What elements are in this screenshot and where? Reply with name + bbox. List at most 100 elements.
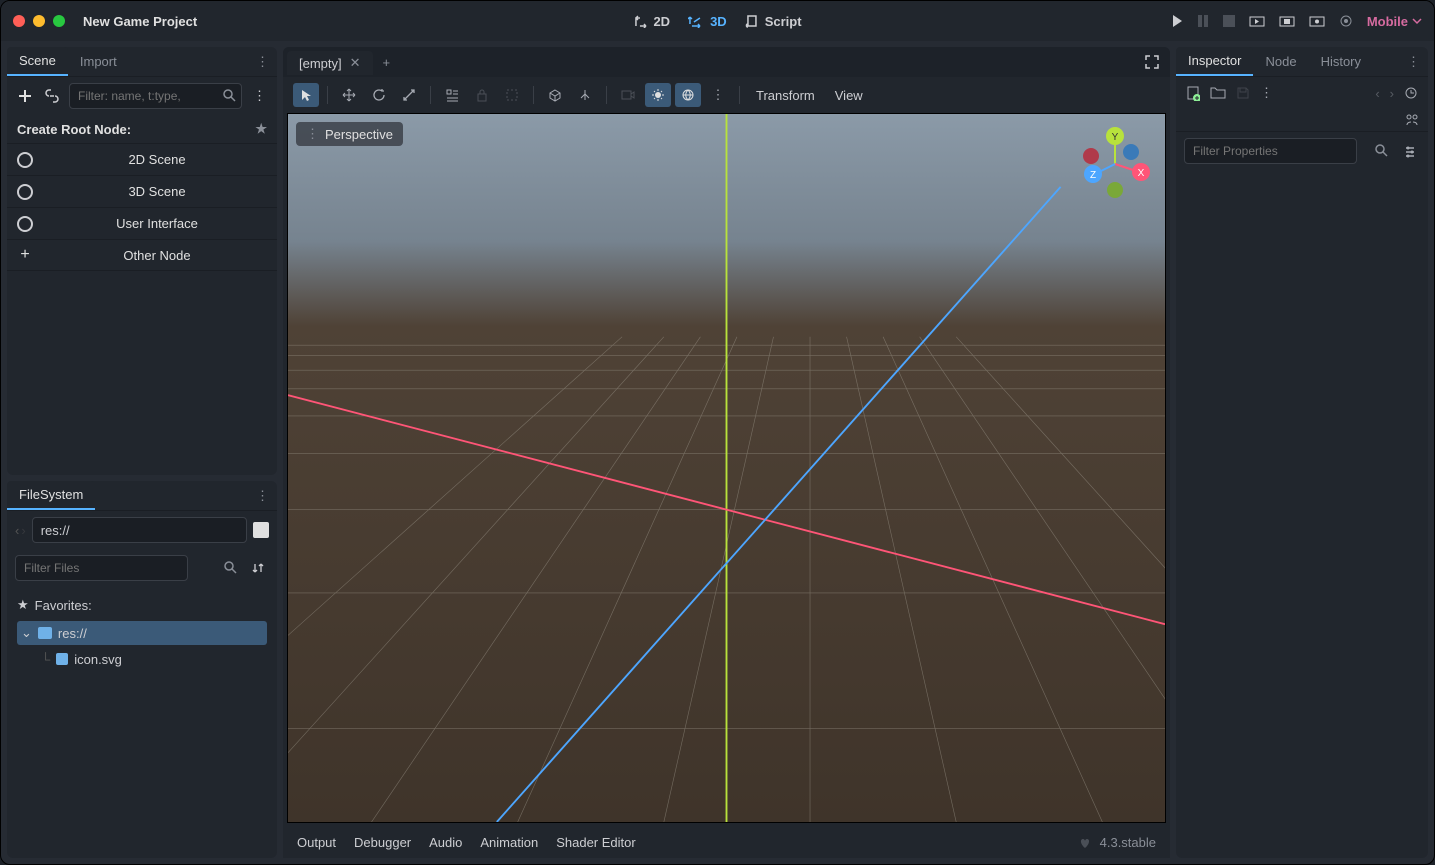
- mode-3d[interactable]: 3D: [688, 14, 727, 29]
- play-custom-icon[interactable]: [1279, 14, 1295, 28]
- tab-import[interactable]: Import: [68, 48, 129, 75]
- bottom-output[interactable]: Output: [297, 835, 336, 850]
- tab-history[interactable]: History: [1309, 48, 1373, 75]
- inspector-more-icon[interactable]: ⋮: [1260, 85, 1273, 101]
- favorite-star-icon[interactable]: ★: [255, 121, 267, 137]
- history-fwd-icon[interactable]: ›: [1390, 86, 1394, 101]
- mode-script[interactable]: Script: [745, 14, 802, 29]
- link-scene-icon[interactable]: [42, 86, 61, 106]
- inspector-filter-input[interactable]: [1184, 138, 1357, 164]
- root-3d-scene[interactable]: 3D Scene: [7, 175, 277, 207]
- close-window-icon[interactable]: [13, 15, 25, 27]
- maximize-window-icon[interactable]: [53, 15, 65, 27]
- view-menu[interactable]: View: [827, 88, 871, 103]
- star-icon: ★: [17, 597, 29, 613]
- stop-icon[interactable]: [1223, 15, 1235, 27]
- search-icon: [223, 560, 237, 574]
- tab-scene[interactable]: Scene: [7, 47, 68, 76]
- load-resource-icon[interactable]: [1210, 86, 1226, 100]
- toolbar-more-icon[interactable]: ⋮: [705, 83, 731, 107]
- dock-menu-icon[interactable]: ⋮: [248, 50, 277, 74]
- camera-icon[interactable]: [615, 83, 641, 107]
- history-back-icon[interactable]: ‹: [1375, 86, 1379, 101]
- fs-favorites[interactable]: ★Favorites:: [17, 593, 267, 617]
- pause-icon[interactable]: [1197, 14, 1209, 28]
- close-tab-icon[interactable]: ✕: [350, 55, 361, 71]
- select-tool-icon[interactable]: [293, 83, 319, 107]
- tab-inspector[interactable]: Inspector: [1176, 47, 1253, 76]
- root-2d-label: 2D Scene: [47, 152, 267, 167]
- bottom-shader[interactable]: Shader Editor: [556, 835, 636, 850]
- scene-tab-empty[interactable]: [empty] ✕: [287, 51, 373, 75]
- separator: [430, 86, 431, 104]
- lock-icon[interactable]: [469, 83, 495, 107]
- perspective-button[interactable]: ⋮Perspective: [296, 122, 403, 146]
- root-ui-label: User Interface: [47, 216, 267, 231]
- 3d-viewport[interactable]: ⋮Perspective Y X Z: [287, 113, 1166, 823]
- settings-icon[interactable]: [1400, 141, 1420, 161]
- inspector-filter-row: [1176, 131, 1428, 170]
- snap-list-icon[interactable]: [439, 83, 465, 107]
- heart-icon: [1078, 836, 1092, 850]
- fs-back-icon[interactable]: ‹: [15, 523, 19, 538]
- svg-text:Y: Y: [1112, 132, 1119, 143]
- fs-dock-menu-icon[interactable]: ⋮: [248, 484, 277, 508]
- root-other-label: Other Node: [47, 248, 267, 263]
- new-resource-icon[interactable]: [1186, 85, 1200, 101]
- bottom-animation[interactable]: Animation: [480, 835, 538, 850]
- fs-sort-icon[interactable]: [249, 558, 269, 578]
- group-icon[interactable]: [499, 83, 525, 107]
- fs-forward-icon[interactable]: ›: [21, 523, 25, 538]
- scale-tool-icon[interactable]: [396, 83, 422, 107]
- tab-node[interactable]: Node: [1253, 48, 1308, 75]
- environment-icon[interactable]: [675, 83, 701, 107]
- folder-icon: [38, 627, 52, 639]
- root-2d-scene[interactable]: 2D Scene: [7, 143, 277, 175]
- cube-icon[interactable]: [542, 83, 568, 107]
- arrow-2d-icon: [633, 14, 647, 28]
- local-space-icon[interactable]: [572, 83, 598, 107]
- root-other[interactable]: +Other Node: [7, 239, 277, 271]
- orientation-gizmo[interactable]: Y X Z: [1075, 124, 1155, 204]
- fs-filter-input[interactable]: [15, 555, 188, 581]
- fs-path-input[interactable]: res://: [32, 517, 247, 543]
- root-3d-label: 3D Scene: [47, 184, 267, 199]
- inspector-tabs: Inspector Node History ⋮: [1176, 47, 1428, 77]
- main-viewport-panel: [empty] ✕ +: [283, 47, 1170, 858]
- fs-nav: ‹ ›: [15, 523, 26, 538]
- mode-2d[interactable]: 2D: [633, 14, 670, 29]
- sun-icon[interactable]: [645, 83, 671, 107]
- new-tab-icon[interactable]: +: [373, 51, 401, 74]
- minimize-window-icon[interactable]: [33, 15, 45, 27]
- scene-more-icon[interactable]: ⋮: [250, 86, 269, 106]
- bottom-audio[interactable]: Audio: [429, 835, 462, 850]
- rotate-tool-icon[interactable]: [366, 83, 392, 107]
- add-node-icon[interactable]: [15, 86, 34, 106]
- scene-filter-input[interactable]: [69, 83, 242, 109]
- play-scene-icon[interactable]: [1249, 14, 1265, 28]
- version-info[interactable]: 4.3.stable: [1078, 835, 1156, 850]
- tab-filesystem[interactable]: FileSystem: [7, 481, 95, 510]
- render-icon[interactable]: [1339, 14, 1353, 28]
- open-docs-icon[interactable]: [1404, 113, 1420, 127]
- mode-script-label: Script: [765, 14, 802, 29]
- history-list-icon[interactable]: [1404, 86, 1418, 100]
- fs-root-folder[interactable]: ⌄ res://: [17, 621, 267, 645]
- distraction-free-icon[interactable]: [1134, 50, 1170, 74]
- svg-text:Z: Z: [1090, 170, 1096, 181]
- save-resource-icon[interactable]: [1236, 86, 1250, 100]
- transform-menu[interactable]: Transform: [748, 88, 823, 103]
- fs-view-mode-icon[interactable]: [253, 522, 269, 538]
- inspector-dock-menu-icon[interactable]: ⋮: [1399, 50, 1428, 74]
- scene-dock: Scene Import ⋮ ⋮ Create Root Node: ★: [7, 47, 277, 475]
- root-ui[interactable]: User Interface: [7, 207, 277, 239]
- move-tool-icon[interactable]: [336, 83, 362, 107]
- movie-icon[interactable]: [1309, 14, 1325, 28]
- mode-2d-label: 2D: [653, 14, 670, 29]
- bottom-debugger[interactable]: Debugger: [354, 835, 411, 850]
- fs-file-icon-svg[interactable]: └ icon.svg: [17, 647, 267, 671]
- fs-path-row: ‹ › res://: [7, 511, 277, 549]
- renderer-dropdown[interactable]: Mobile: [1367, 14, 1422, 29]
- play-icon[interactable]: [1171, 14, 1183, 28]
- control-icon: [17, 216, 33, 232]
